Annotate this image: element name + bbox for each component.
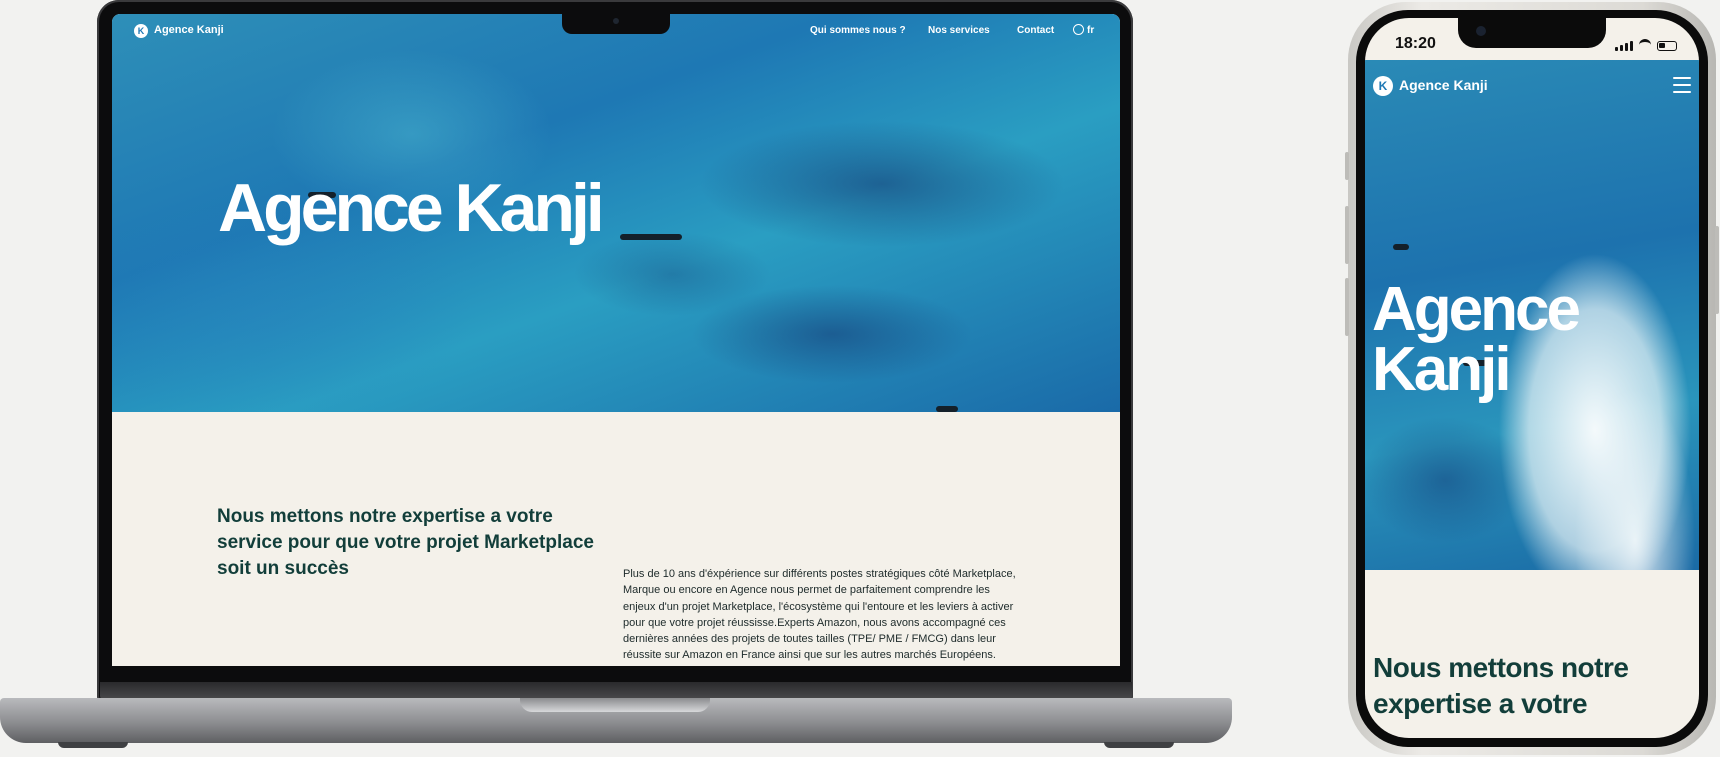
intro-headline: Nous mettons notre expertise a votre ser… <box>217 506 594 579</box>
laptop-lip <box>520 698 710 712</box>
battery-icon <box>1657 41 1677 51</box>
nav-link-services[interactable]: Nos services <box>928 25 990 36</box>
hero-title: Agence Kanji <box>1372 275 1581 404</box>
volume-down-button <box>1345 278 1349 336</box>
mobile-website: 18:20 K Agence Kanji Agence Kanji Nous m… <box>1365 18 1699 738</box>
nav-link-contact[interactable]: Contact <box>1017 25 1054 36</box>
globe-icon[interactable] <box>1073 24 1084 35</box>
volume-up-button <box>1345 206 1349 264</box>
laptop-notch <box>562 14 670 34</box>
hero-section: K Agence Kanji Qui sommes nous ? Nos ser… <box>112 14 1120 412</box>
intro-section: Nous mettons notre expertise a votre ser… <box>112 412 1120 666</box>
nav-link-about[interactable]: Qui sommes nous ? <box>810 25 906 36</box>
phone-side-button <box>1345 152 1349 180</box>
kanji-logo-icon[interactable]: K <box>1373 76 1393 96</box>
phone-notch <box>1458 18 1606 48</box>
logo-text[interactable]: Agence Kanji <box>1399 77 1488 93</box>
hero-title: Agence Kanji <box>218 170 605 246</box>
laptop-foot <box>58 742 128 748</box>
mobile-hero-section: K Agence Kanji Agence Kanji <box>1365 60 1699 570</box>
logo-text[interactable]: Agence Kanji <box>154 24 224 36</box>
camera-icon <box>1476 26 1486 36</box>
status-time: 18:20 <box>1395 35 1436 52</box>
status-icons <box>1615 39 1677 51</box>
kanji-logo-icon[interactable]: K <box>134 24 148 38</box>
desktop-website: K Agence Kanji Qui sommes nous ? Nos ser… <box>112 14 1120 666</box>
intro-paragraph: Plus de 10 ans d'éxpérience sur différen… <box>623 568 1016 662</box>
intro-headline: Nous mettons notre expertise a votre <box>1373 652 1629 719</box>
power-button <box>1715 226 1719 314</box>
cellular-signal-icon <box>1615 41 1633 51</box>
laptop-foot <box>1104 742 1174 748</box>
language-selector[interactable]: fr <box>1087 25 1094 36</box>
camera-icon <box>613 18 619 24</box>
wifi-icon <box>1639 39 1651 51</box>
surfer <box>1393 244 1409 250</box>
hamburger-menu-icon[interactable] <box>1673 77 1691 98</box>
surfer <box>620 234 682 240</box>
